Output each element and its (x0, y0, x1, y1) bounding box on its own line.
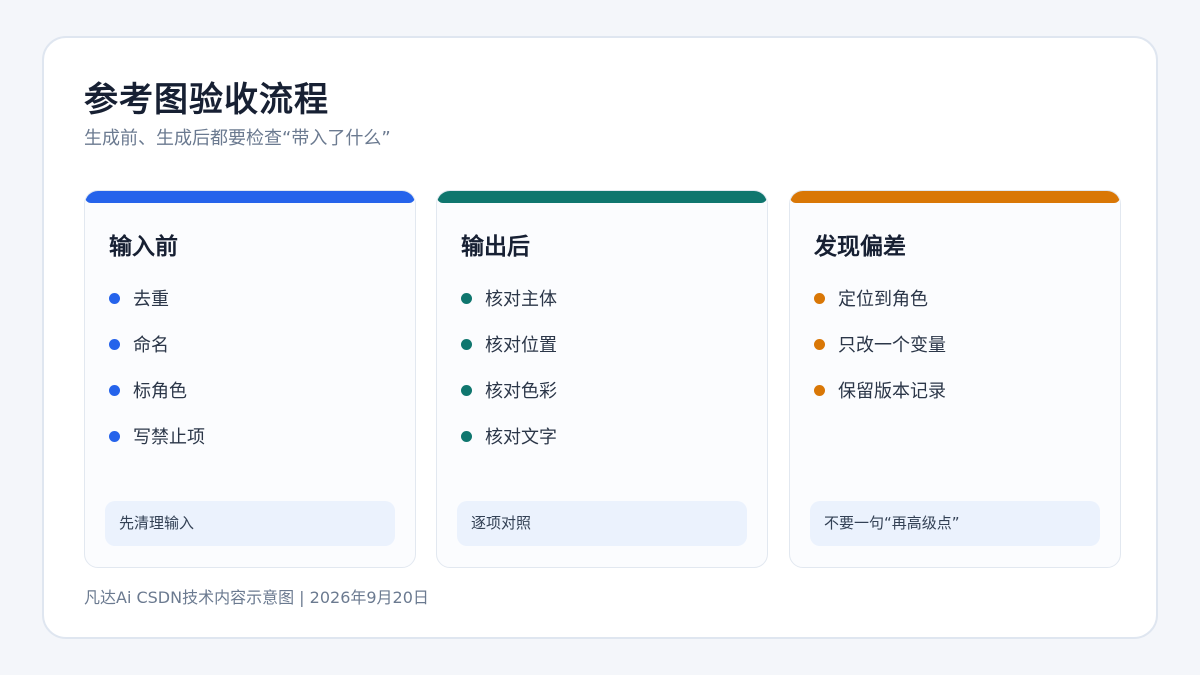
list-item-label: 命名 (133, 335, 169, 356)
bullet-dot-icon (461, 430, 472, 442)
list-item: 核对主体 (461, 275, 557, 321)
card-title: 输入前 (109, 234, 178, 260)
list-item: 定位到角色 (814, 275, 946, 321)
list-item-label: 只改一个变量 (838, 335, 946, 356)
card-footer-note: 先清理输入 (105, 501, 395, 546)
card-footer-note: 逐项对照 (457, 501, 747, 546)
list-item: 核对位置 (461, 321, 557, 367)
card-title: 发现偏差 (814, 234, 906, 260)
card-bullet-list: 核对主体 核对位置 核对色彩 核对文字 (461, 275, 557, 459)
footer-credit: 凡达Ai CSDN技术内容示意图 | 2026年9月20日 (84, 588, 429, 607)
card-found-deviation: 发现偏差 定位到角色 只改一个变量 保留版本记录 不要一句“再高级点” (789, 190, 1121, 568)
card-accent-bar (790, 191, 1120, 203)
list-item-label: 核对位置 (485, 335, 557, 356)
list-item-label: 核对色彩 (485, 381, 557, 402)
bullet-dot-icon (461, 384, 472, 396)
card-accent-bar (437, 191, 767, 203)
card-title: 输出后 (461, 234, 530, 260)
list-item: 去重 (109, 275, 205, 321)
list-item: 核对文字 (461, 413, 557, 459)
bullet-dot-icon (109, 384, 120, 396)
bullet-dot-icon (109, 338, 120, 350)
list-item-label: 去重 (133, 289, 169, 310)
list-item: 写禁止项 (109, 413, 205, 459)
card-bullet-list: 去重 命名 标角色 写禁止项 (109, 275, 205, 459)
page-subtitle: 生成前、生成后都要检查“带入了什么” (84, 128, 391, 149)
list-item: 只改一个变量 (814, 321, 946, 367)
page-title: 参考图验收流程 (84, 80, 329, 120)
list-item-label: 核对主体 (485, 289, 557, 310)
list-item-label: 核对文字 (485, 427, 557, 448)
card-accent-bar (85, 191, 415, 203)
card-footer-note: 不要一句“再高级点” (810, 501, 1100, 546)
card-after-output: 输出后 核对主体 核对位置 核对色彩 核对文字 逐项对照 (436, 190, 768, 568)
bullet-dot-icon (109, 430, 120, 442)
card-before-input: 输入前 去重 命名 标角色 写禁止项 先清理输入 (84, 190, 416, 568)
list-item: 标角色 (109, 367, 205, 413)
bullet-dot-icon (814, 338, 825, 350)
bullet-dot-icon (814, 292, 825, 304)
list-item-label: 标角色 (133, 381, 187, 402)
list-item: 核对色彩 (461, 367, 557, 413)
bullet-dot-icon (814, 384, 825, 396)
bullet-dot-icon (109, 292, 120, 304)
list-item-label: 定位到角色 (838, 289, 928, 310)
list-item: 命名 (109, 321, 205, 367)
list-item-label: 保留版本记录 (838, 381, 946, 402)
bullet-dot-icon (461, 338, 472, 350)
card-bullet-list: 定位到角色 只改一个变量 保留版本记录 (814, 275, 946, 413)
diagram-frame: 参考图验收流程 生成前、生成后都要检查“带入了什么” 输入前 去重 命名 标角色… (42, 36, 1158, 639)
bullet-dot-icon (461, 292, 472, 304)
list-item-label: 写禁止项 (133, 427, 205, 448)
list-item: 保留版本记录 (814, 367, 946, 413)
